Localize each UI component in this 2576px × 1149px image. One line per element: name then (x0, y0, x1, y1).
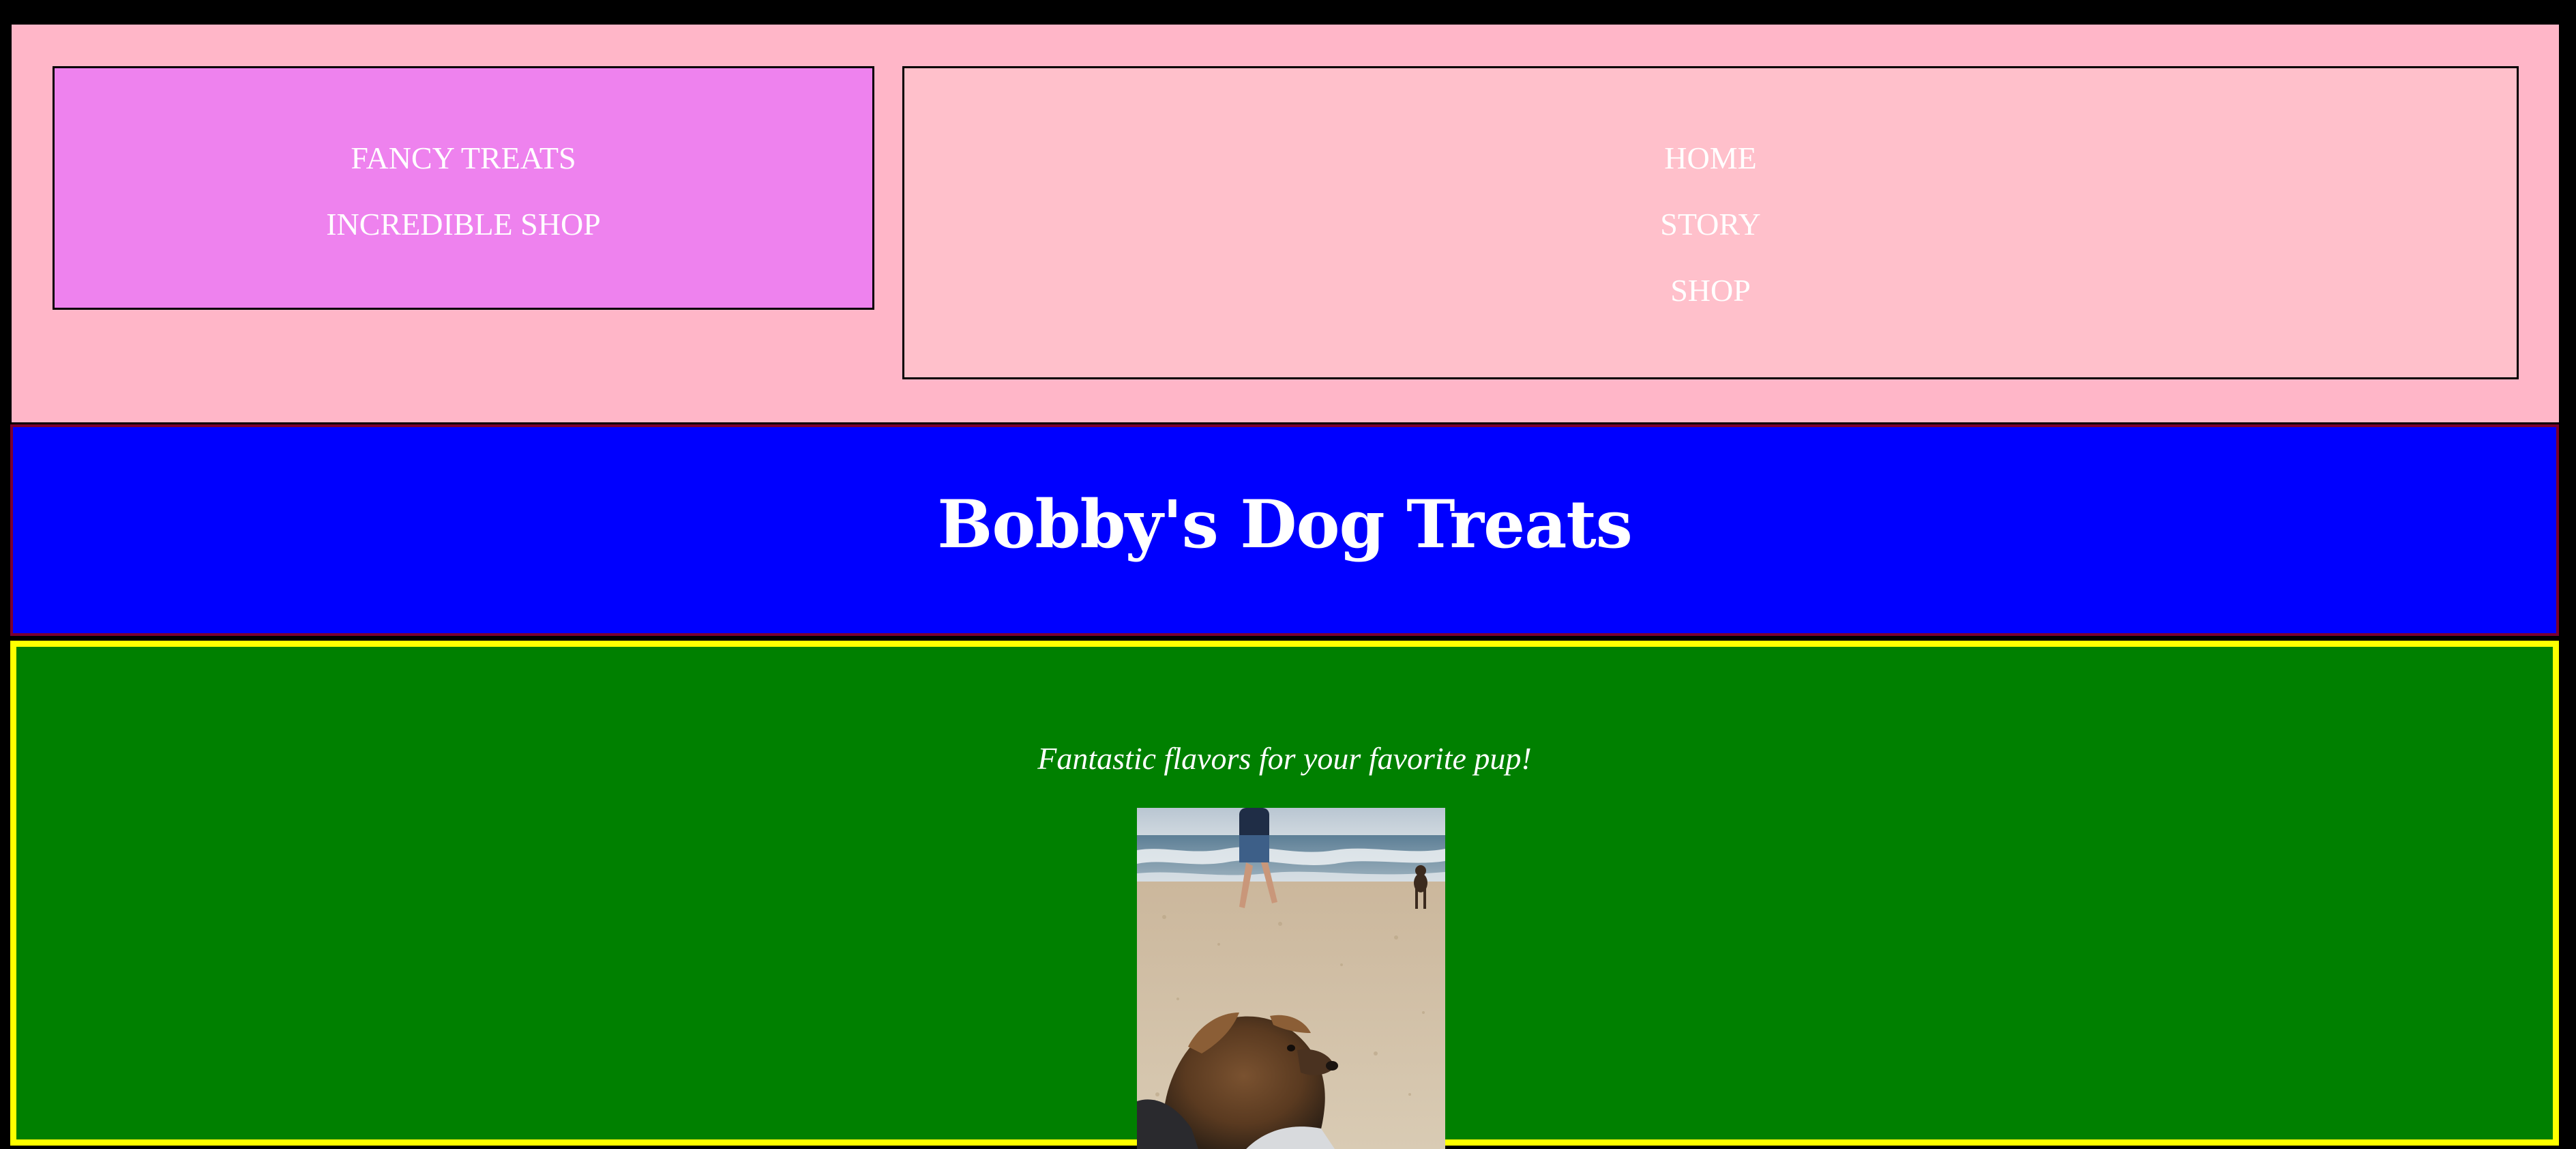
main-nav: HOME STORY SHOP (902, 66, 2519, 379)
brand-box: FANCY TREATS INCREDIBLE SHOP (53, 66, 874, 310)
brand-line-incredible-shop: INCREDIBLE SHOP (326, 207, 601, 242)
main-content: Fantastic flavors for your favorite pup! (10, 641, 2559, 1149)
brand-line-fancy-treats: FANCY TREATS (351, 141, 576, 175)
nav-item-story[interactable]: STORY (904, 191, 2517, 257)
dog-on-beach-photo (1137, 808, 1445, 1149)
tagline: Fantastic flavors for your favorite pup! (1037, 741, 1532, 776)
page-title: Bobby's Dog Treats (937, 486, 1633, 563)
nav-item-shop[interactable]: SHOP (904, 257, 2517, 323)
site-header: FANCY TREATS INCREDIBLE SHOP HOME STORY … (12, 25, 2559, 422)
nav-list: HOME STORY SHOP (904, 68, 2517, 323)
title-banner: Bobby's Dog Treats (10, 424, 2559, 636)
page: FANCY TREATS INCREDIBLE SHOP HOME STORY … (0, 0, 2576, 1149)
nav-item-home[interactable]: HOME (904, 125, 2517, 191)
